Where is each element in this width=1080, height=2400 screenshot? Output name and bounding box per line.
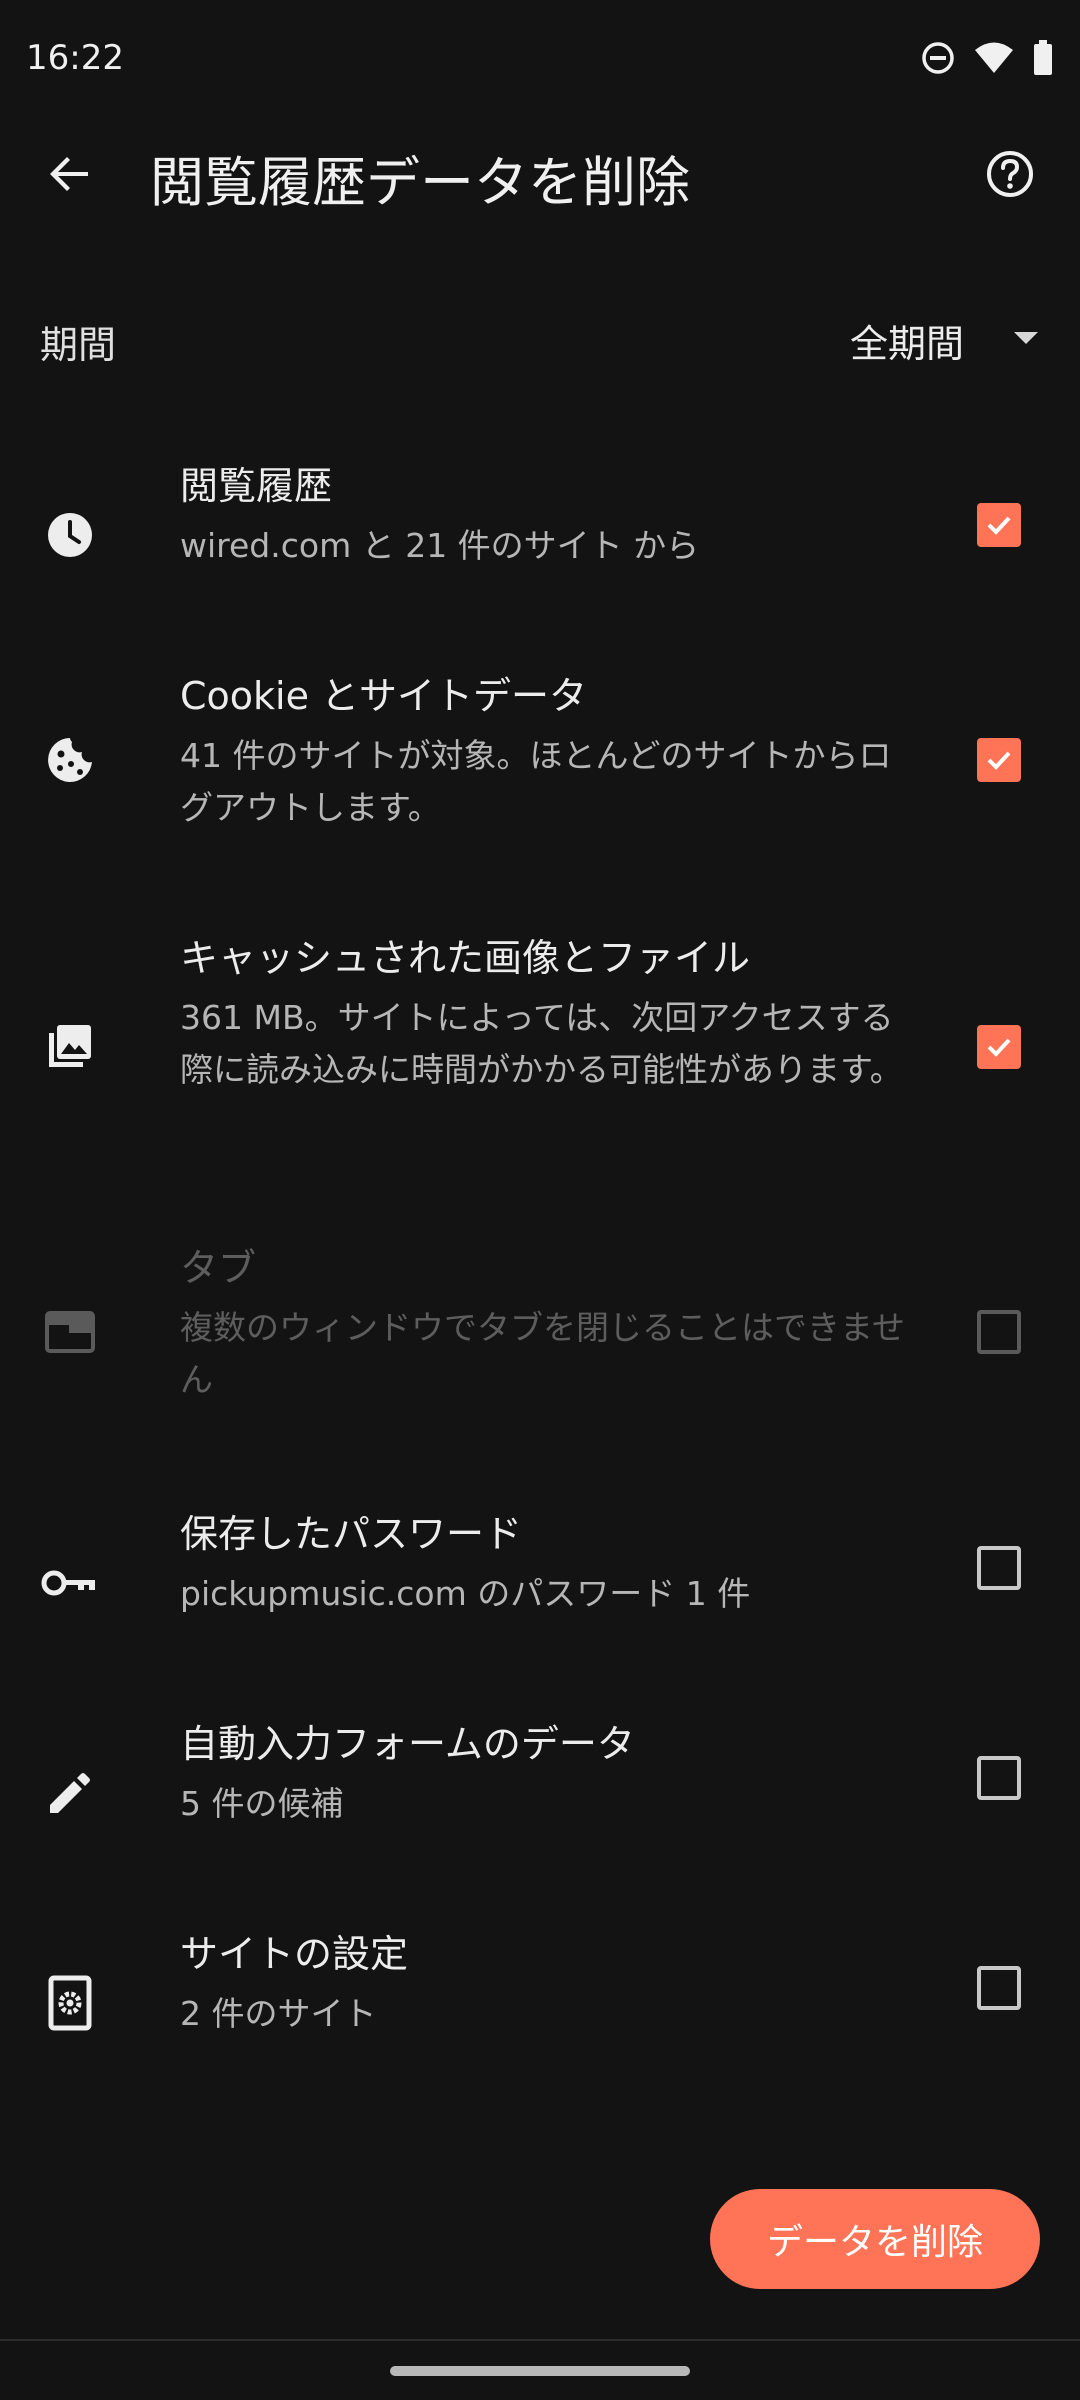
list-item-browsing-history[interactable]: 閲覧履歴 wired.com と 21 件のサイト から xyxy=(0,460,1080,610)
back-button[interactable] xyxy=(30,144,110,208)
app-bar: 閲覧履歴データを削除 xyxy=(0,120,1080,232)
list-item-passwords[interactable]: 保存したパスワード pickupmusic.com のパスワード 1 件 xyxy=(0,1508,1080,1658)
cookies-checkbox[interactable] xyxy=(977,738,1021,782)
item-text: 保存したパスワード pickupmusic.com のパスワード 1 件 xyxy=(180,1508,920,1620)
time-period-row: 期間 全期間 xyxy=(0,290,1080,390)
list-item-site-settings[interactable]: サイトの設定 2 件のサイト xyxy=(0,1928,1080,2078)
gesture-nav-handle[interactable] xyxy=(390,2366,690,2376)
item-title: 保存したパスワード xyxy=(180,1512,523,1556)
list-item-autofill[interactable]: 自動入力フォームのデータ 5 件の候補 xyxy=(0,1718,1080,1868)
item-description: 2 件のサイト xyxy=(180,1994,377,2033)
item-description: 5 件の候補 xyxy=(180,1784,344,1823)
browsing-history-checkbox[interactable] xyxy=(977,503,1021,547)
item-text: Cookie とサイトデータ 41 件のサイトが対象。ほとんどのサイトからログア… xyxy=(180,670,920,834)
do-not-disturb-icon xyxy=(920,40,956,76)
time-period-value: 全期間 xyxy=(849,321,964,366)
back-arrow-icon xyxy=(48,152,92,200)
item-text: タブ 複数のウィンドウでタブを閉じることはできません xyxy=(180,1242,920,1406)
pencil-icon xyxy=(40,1763,100,1823)
time-period-dropdown[interactable]: 全期間 xyxy=(850,304,1040,376)
help-button[interactable] xyxy=(970,144,1050,208)
status-bar: 16:22 xyxy=(0,0,1080,120)
list-item-cache[interactable]: キャッシュされた画像とファイル 361 MB。サイトによっては、次回アクセスする… xyxy=(0,932,1080,1162)
tabs-checkbox xyxy=(977,1310,1021,1354)
status-icons xyxy=(920,40,1054,76)
item-text: サイトの設定 2 件のサイト xyxy=(180,1928,920,2040)
page-title: 閲覧履歴データを削除 xyxy=(150,151,690,214)
item-title: 自動入力フォームのデータ xyxy=(180,1722,635,1766)
cookie-icon xyxy=(40,730,100,790)
passwords-checkbox[interactable] xyxy=(977,1546,1021,1590)
tab-icon xyxy=(40,1302,100,1362)
item-title: タブ xyxy=(180,1246,257,1290)
key-icon xyxy=(40,1553,100,1613)
dropdown-arrow-icon xyxy=(1012,330,1040,350)
autofill-checkbox[interactable] xyxy=(977,1756,1021,1800)
time-period-label: 期間 xyxy=(40,323,117,367)
item-description: pickupmusic.com のパスワード 1 件 xyxy=(180,1574,751,1613)
item-title: Cookie とサイトデータ xyxy=(180,674,588,718)
item-description: 41 件のサイトが対象。ほとんどのサイトからログアウトします。 xyxy=(180,736,892,827)
clear-data-button[interactable]: データを削除 xyxy=(710,2189,1040,2289)
clock-icon xyxy=(40,505,100,565)
site-settings-checkbox[interactable] xyxy=(977,1966,1021,2010)
cache-checkbox[interactable] xyxy=(977,1025,1021,1069)
item-description: 複数のウィンドウでタブを閉じることはできません xyxy=(180,1308,906,1399)
item-title: サイトの設定 xyxy=(180,1932,409,1976)
item-text: 自動入力フォームのデータ 5 件の候補 xyxy=(180,1718,920,1830)
help-icon xyxy=(985,149,1035,203)
status-time: 16:22 xyxy=(26,38,124,78)
wifi-icon xyxy=(974,41,1014,75)
item-text: キャッシュされた画像とファイル 361 MB。サイトによっては、次回アクセスする… xyxy=(180,932,920,1096)
item-description: 361 MB。サイトによっては、次回アクセスする際に読み込みに時間がかかる可能性… xyxy=(180,998,903,1089)
list-item-tabs: タブ 複数のウィンドウでタブを閉じることはできません xyxy=(0,1242,1080,1422)
site-settings-icon xyxy=(40,1973,100,2033)
battery-icon xyxy=(1032,40,1054,76)
item-title: 閲覧履歴 xyxy=(180,464,333,508)
images-icon xyxy=(40,1016,100,1076)
list-item-cookies[interactable]: Cookie とサイトデータ 41 件のサイトが対象。ほとんどのサイトからログア… xyxy=(0,670,1080,850)
item-text: 閲覧履歴 wired.com と 21 件のサイト から xyxy=(180,460,920,572)
bottom-divider xyxy=(0,2339,1080,2341)
item-title: キャッシュされた画像とファイル xyxy=(180,936,751,980)
item-description: wired.com と 21 件のサイト から xyxy=(180,526,700,565)
